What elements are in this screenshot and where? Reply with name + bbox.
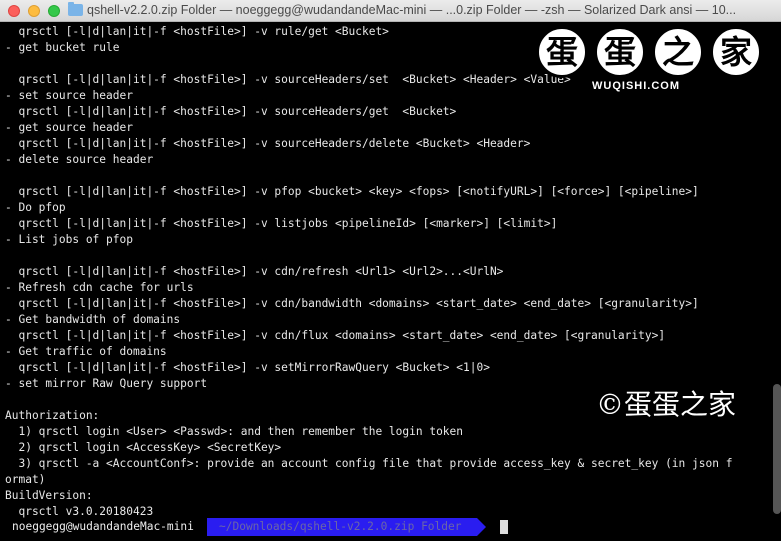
minimize-button[interactable] xyxy=(28,5,40,17)
terminal-line: qrsctl [-l|d|lan|it|-f <hostFile>] -v so… xyxy=(5,137,531,150)
terminal-line: - get source header xyxy=(5,121,133,134)
terminal-line: qrsctl [-l|d|lan|it|-f <hostFile>] -v se… xyxy=(5,361,490,374)
prompt-user-host: noeggegg@wudandandeMac-mini xyxy=(0,518,202,536)
scrollbar[interactable] xyxy=(773,384,781,514)
terminal-line: BuildVersion: xyxy=(5,489,93,502)
terminal-line: qrsctl [-l|d|lan|it|-f <hostFile>] -v li… xyxy=(5,217,558,230)
terminal-line: - List jobs of pfop xyxy=(5,233,133,246)
watermark-logo-char: 蛋 xyxy=(594,26,646,78)
terminal-line: 1) qrsctl login <User> <Passwd>: and the… xyxy=(5,425,464,438)
prompt-arrow-icon xyxy=(477,518,486,536)
terminal-line: - Get traffic of domains xyxy=(5,345,167,358)
text-cursor xyxy=(500,520,508,534)
terminal-line: qrsctl [-l|d|lan|it|-f <hostFile>] -v cd… xyxy=(5,265,504,278)
terminal-window: qshell-v2.2.0.zip Folder — noeggegg@wuda… xyxy=(0,0,781,541)
window-title: qshell-v2.2.0.zip Folder — noeggegg@wuda… xyxy=(87,3,737,17)
watermark-copyright: ©蛋蛋之家 xyxy=(596,388,737,421)
title-bar[interactable]: qshell-v2.2.0.zip Folder — noeggegg@wuda… xyxy=(0,0,781,22)
watermark-logo-char: 蛋 xyxy=(536,26,588,78)
prompt-path: ~/Downloads/qshell-v2.2.0.zip Folder xyxy=(207,518,477,536)
terminal-line: - Do pfop xyxy=(5,201,66,214)
terminal-line: 3) qrsctl -a <AccountConf>: provide an a… xyxy=(5,457,733,470)
terminal-line: - Get bandwidth of domains xyxy=(5,313,181,326)
watermark-logo-chars: 蛋 蛋 之 家 xyxy=(536,26,776,78)
terminal-line: qrsctl [-l|d|lan|it|-f <hostFile>] -v cd… xyxy=(5,329,666,342)
watermark-logo: 蛋 蛋 之 家 WUQISHI.COM xyxy=(528,22,778,100)
watermark-logo-char: 家 xyxy=(710,26,762,78)
zoom-button[interactable] xyxy=(48,5,60,17)
terminal-line: qrsctl [-l|d|lan|it|-f <hostFile>] -v so… xyxy=(5,105,457,118)
terminal-line: qrsctl [-l|d|lan|it|-f <hostFile>] -v cd… xyxy=(5,297,699,310)
terminal-line: - delete source header xyxy=(5,153,154,166)
terminal-line: qrsctl [-l|d|lan|it|-f <hostFile>] -v pf… xyxy=(5,185,699,198)
terminal-line: - Refresh cdn cache for urls xyxy=(5,281,194,294)
close-button[interactable] xyxy=(8,5,20,17)
watermark-logo-subtitle: WUQISHI.COM xyxy=(592,80,680,92)
folder-icon xyxy=(68,2,83,16)
prompt[interactable]: noeggegg@wudandandeMac-mini ~/Downloads/… xyxy=(0,518,781,536)
terminal-line: 2) qrsctl login <AccessKey> <SecretKey> xyxy=(5,441,282,454)
watermark-logo-char: 之 xyxy=(652,26,704,78)
terminal-line: ormat) xyxy=(5,473,46,486)
